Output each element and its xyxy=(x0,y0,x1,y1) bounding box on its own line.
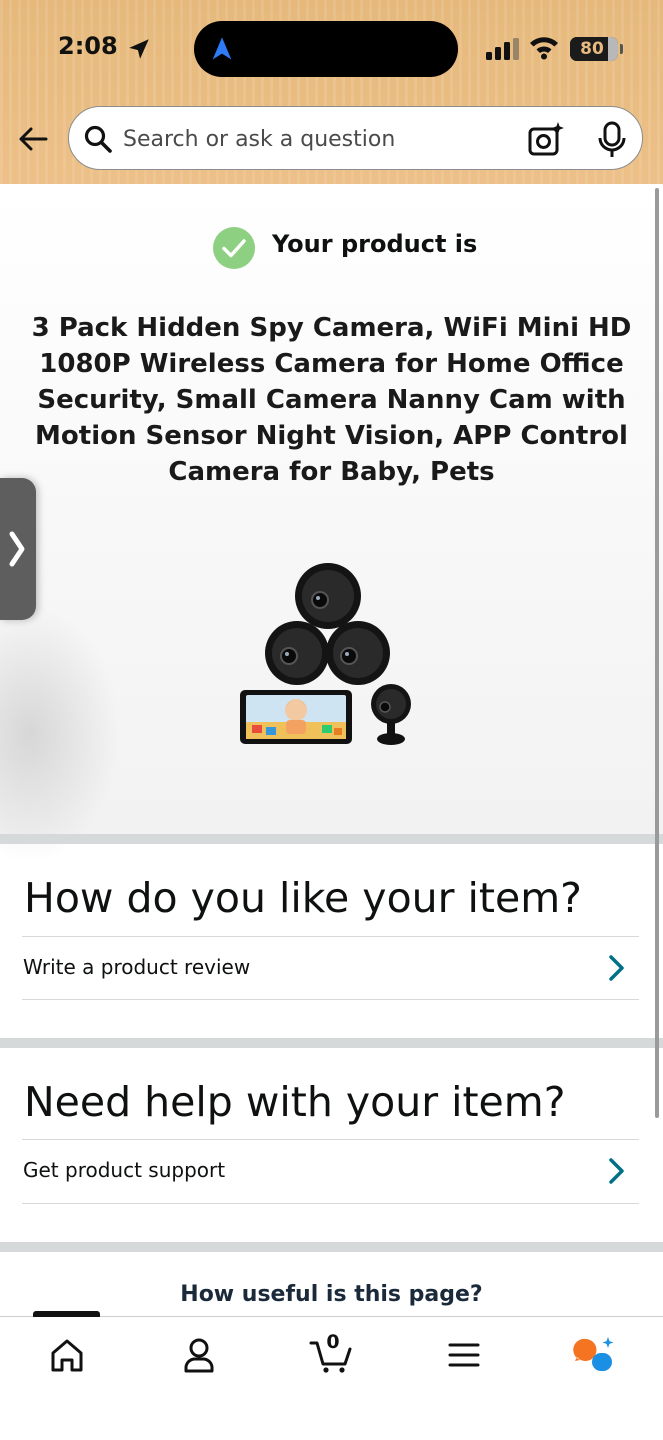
help-section-heading: Need help with your item? xyxy=(24,1078,566,1126)
dynamic-island xyxy=(194,21,458,77)
navigation-arrow-icon xyxy=(212,37,232,60)
battery-indicator: 80 xyxy=(570,37,618,61)
cellular-signal-icon xyxy=(486,38,519,60)
location-arrow-icon xyxy=(129,39,149,59)
account-icon[interactable] xyxy=(175,1335,223,1375)
back-arrow-icon[interactable] xyxy=(16,122,50,156)
search-icon xyxy=(84,125,112,153)
check-circle-icon xyxy=(213,227,255,269)
page-feedback-prompt: How useful is this page? xyxy=(180,1282,483,1307)
battery-level: 80 xyxy=(580,39,604,59)
row-divider xyxy=(22,999,639,1000)
side-panel-toggle[interactable] xyxy=(0,478,36,620)
chevron-right-icon xyxy=(9,531,25,567)
search-input[interactable] xyxy=(123,119,503,159)
status-message: Your product is xyxy=(272,230,478,258)
menu-icon[interactable] xyxy=(440,1335,488,1375)
assistant-icon[interactable] xyxy=(572,1335,620,1375)
home-icon[interactable] xyxy=(43,1335,91,1375)
section-divider xyxy=(0,1038,663,1048)
camera-sparkle-icon[interactable] xyxy=(527,120,565,158)
microphone-icon[interactable] xyxy=(595,121,629,159)
battery-tip xyxy=(620,44,623,54)
product-title[interactable]: 3 Pack Hidden Spy Camera, WiFi Mini HD 1… xyxy=(30,310,633,490)
row-divider xyxy=(22,1203,639,1204)
wifi-icon xyxy=(530,37,558,60)
product-support-label: Get product support xyxy=(23,1158,226,1182)
bottom-nav: 0 xyxy=(0,1311,663,1440)
review-section-heading: How do you like your item? xyxy=(24,874,582,922)
chevron-right-icon xyxy=(609,955,624,981)
search-bar[interactable] xyxy=(68,106,643,170)
write-review-label: Write a product review xyxy=(23,955,251,979)
nav-active-indicator xyxy=(33,1311,100,1317)
scrollbar[interactable] xyxy=(655,188,659,1118)
cart-button[interactable]: 0 xyxy=(308,1331,356,1375)
write-review-row[interactable]: Write a product review xyxy=(22,937,639,999)
section-divider xyxy=(0,834,663,844)
status-time: 2:08 xyxy=(58,32,118,60)
product-support-row[interactable]: Get product support xyxy=(22,1140,639,1202)
section-divider xyxy=(0,1242,663,1252)
cart-count: 0 xyxy=(326,1331,340,1353)
header: 2:08 80 xyxy=(0,0,663,184)
product-image[interactable] xyxy=(236,562,420,750)
chevron-right-icon xyxy=(609,1158,624,1184)
